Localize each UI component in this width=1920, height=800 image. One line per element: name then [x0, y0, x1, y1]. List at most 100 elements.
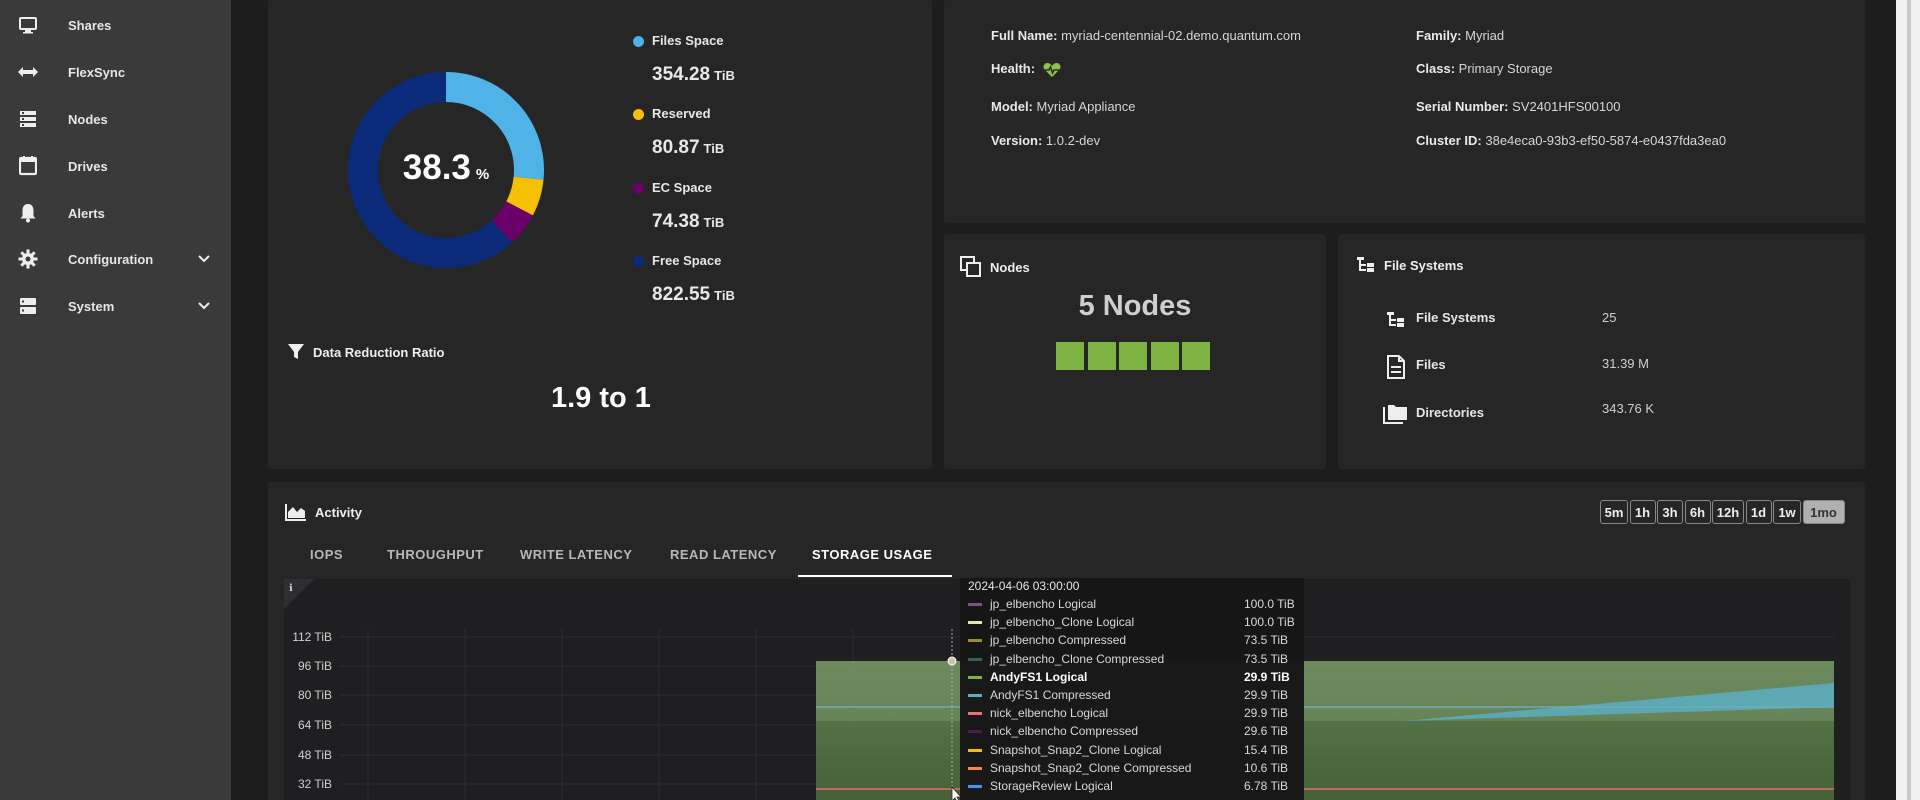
directories-count-label: Directories	[1416, 405, 1484, 420]
tooltip-series-name: jp_elbencho_Clone Compressed	[990, 651, 1165, 666]
tab-write-latency[interactable]: WRITE LATENCY	[520, 547, 632, 562]
tooltip-series-name: Snapshot_Snap2_Clone Logical	[990, 742, 1162, 757]
time-range-5m[interactable]: 5m	[1600, 500, 1628, 524]
cluster-id-line: Cluster ID: 38e4eca0-93b3-ef50-5874-e043…	[1416, 133, 1727, 148]
y-tick-label: 64 TiB	[298, 718, 332, 732]
monitor-icon	[16, 13, 40, 37]
node-status-square[interactable]	[1056, 342, 1084, 370]
full-name-line: Full Name: myriad-centennial-02.demo.qua…	[991, 28, 1301, 43]
sidebar-item-label: System	[68, 298, 115, 314]
chevron-down-icon[interactable]	[196, 298, 212, 314]
tooltip-row: StorageReview Logical 6.78 TiB	[960, 778, 1304, 796]
tooltip-swatch	[968, 785, 982, 788]
node-status-square[interactable]	[1119, 342, 1147, 370]
sidebar-item-shares[interactable]: Shares	[0, 7, 231, 43]
y-tick-label: 96 TiB	[298, 659, 332, 673]
tooltip-series-value: 29.9 TiB	[1244, 688, 1289, 702]
sidebar-item-alerts[interactable]: Alerts	[0, 195, 231, 231]
nodes-icon	[960, 256, 981, 277]
time-range-1w[interactable]: 1w	[1773, 500, 1801, 524]
directories-count-value: 343.76 K	[1602, 401, 1655, 416]
tooltip-row: AndyFS1 Logical 29.9 TiB	[960, 669, 1304, 687]
tooltip-series-value: 73.5 TiB	[1244, 651, 1289, 666]
time-range-6h[interactable]: 6h	[1684, 500, 1711, 524]
node-status-square[interactable]	[1087, 342, 1116, 370]
sidebar-item-system[interactable]: System	[0, 288, 231, 324]
tree-icon	[1387, 312, 1404, 327]
family-line: Family: Myriad	[1416, 28, 1505, 43]
sidebar-item-label: FlexSync	[68, 64, 126, 80]
nodes-count: 5 Nodes	[1078, 290, 1192, 322]
tooltip-swatch	[968, 748, 982, 752]
legend-name: Files Space	[652, 33, 724, 48]
y-tick-label: 80 TiB	[298, 688, 332, 702]
donut-slice	[506, 176, 544, 216]
tooltip-series-name: jp_elbencho_Clone Logical	[990, 615, 1135, 630]
tooltip-series-name: jp_elbencho Logical	[990, 597, 1097, 611]
legend-name: Reserved	[652, 106, 711, 121]
filesystems-count-value: 25	[1602, 310, 1617, 325]
legend-name: EC Space	[652, 180, 712, 195]
drive-icon	[16, 154, 40, 178]
tooltip-series-value: 100.0 TiB	[1244, 615, 1295, 630]
time-range-1h[interactable]: 1h	[1629, 500, 1656, 524]
tooltip-row: AndyFS1 Compressed 29.9 TiB	[960, 687, 1304, 705]
sidebar-item-label: Configuration	[68, 251, 154, 267]
node-status-square[interactable]	[1150, 342, 1179, 370]
tooltip-row: nick_elbencho Logical 29.9 TiB	[960, 705, 1304, 723]
class-line: Class: Primary Storage	[1416, 61, 1553, 76]
data-reduction-value: 1.9 to 1	[551, 382, 651, 414]
sidebar-item-label: Alerts	[68, 205, 105, 221]
time-range-3h[interactable]: 3h	[1657, 500, 1683, 524]
node-status-square[interactable]	[1182, 342, 1210, 370]
tooltip-series-name: Snapshot_Snap2_Clone Compressed	[990, 760, 1192, 775]
tooltip-series-value: 29.9 TiB	[1244, 706, 1289, 721]
sidebar-item-configuration[interactable]: Configuration	[0, 241, 231, 277]
tooltip-swatch	[968, 712, 982, 716]
sidebar-item-drives[interactable]: Drives	[0, 148, 231, 184]
tooltip-row: jp_elbencho_Clone Logical 100.0 TiB	[960, 614, 1304, 632]
tooltip-series-value: 10.6 TiB	[1244, 760, 1289, 775]
tooltip-series-name: nick_elbencho Compressed	[990, 724, 1139, 739]
time-range-12h[interactable]: 12h	[1712, 500, 1744, 524]
area-chart-icon	[285, 504, 306, 521]
version-line: Version: 1.0.2-dev	[991, 133, 1101, 148]
tab-storage-usage[interactable]: STORAGE USAGE	[812, 547, 932, 562]
chevron-down-icon[interactable]	[196, 251, 212, 267]
sidebar-item-label: Shares	[68, 17, 112, 33]
data-reduction-title: Data Reduction Ratio	[287, 343, 444, 361]
chart-hover-point	[947, 656, 957, 666]
tooltip-series-value: 29.9 TiB	[1244, 669, 1290, 684]
tooltip-series-name: nick_elbencho Logical	[990, 706, 1109, 721]
tab-iops[interactable]: IOPS	[310, 547, 343, 562]
tooltip-swatch	[968, 694, 982, 697]
serial-line: Serial Number: SV2401HFS00100	[1416, 99, 1621, 114]
window-scrollbar[interactable]	[1896, 0, 1920, 800]
tooltip-series-value: 15.4 TiB	[1244, 742, 1289, 757]
y-tick-label: 112 TiB	[292, 630, 332, 644]
tooltip-swatch	[968, 766, 982, 770]
tooltip-swatch	[968, 639, 982, 643]
sidebar-item-flexsync[interactable]: FlexSync	[0, 54, 231, 90]
tooltip-swatch	[968, 603, 982, 606]
sidebar: Shares FlexSync Nodes Drives Alerts Conf…	[0, 0, 231, 800]
activity-title: Activity	[285, 503, 362, 521]
tooltip-row: Snapshot_Snap2_Clone Logical 15.4 TiB	[960, 742, 1304, 760]
tooltip-swatch	[968, 621, 982, 625]
sidebar-item-label: Drives	[68, 158, 108, 174]
files-count-label: Files	[1416, 357, 1446, 372]
tooltip-series-value: 6.78 TiB	[1244, 779, 1289, 793]
legend-value: 822.55 TiB	[652, 284, 735, 305]
legend-dot	[633, 36, 644, 47]
tooltip-series-value: 29.6 TiB	[1244, 724, 1289, 739]
time-range-1d[interactable]: 1d	[1745, 500, 1772, 524]
active-tab-underline	[798, 575, 952, 577]
tab-read-latency[interactable]: READ LATENCY	[670, 547, 777, 562]
tab-throughput[interactable]: THROUGHPUT	[387, 547, 484, 562]
tooltip-row: jp_elbencho_Clone Compressed 73.5 TiB	[960, 651, 1304, 669]
y-tick-label: 48 TiB	[298, 748, 332, 762]
legend-value: 74.38 TiB	[652, 211, 725, 232]
sidebar-item-nodes[interactable]: Nodes	[0, 101, 231, 137]
tooltip-series-name: StorageReview Logical	[990, 779, 1113, 793]
time-range-1mo[interactable]: 1mo	[1802, 500, 1845, 524]
